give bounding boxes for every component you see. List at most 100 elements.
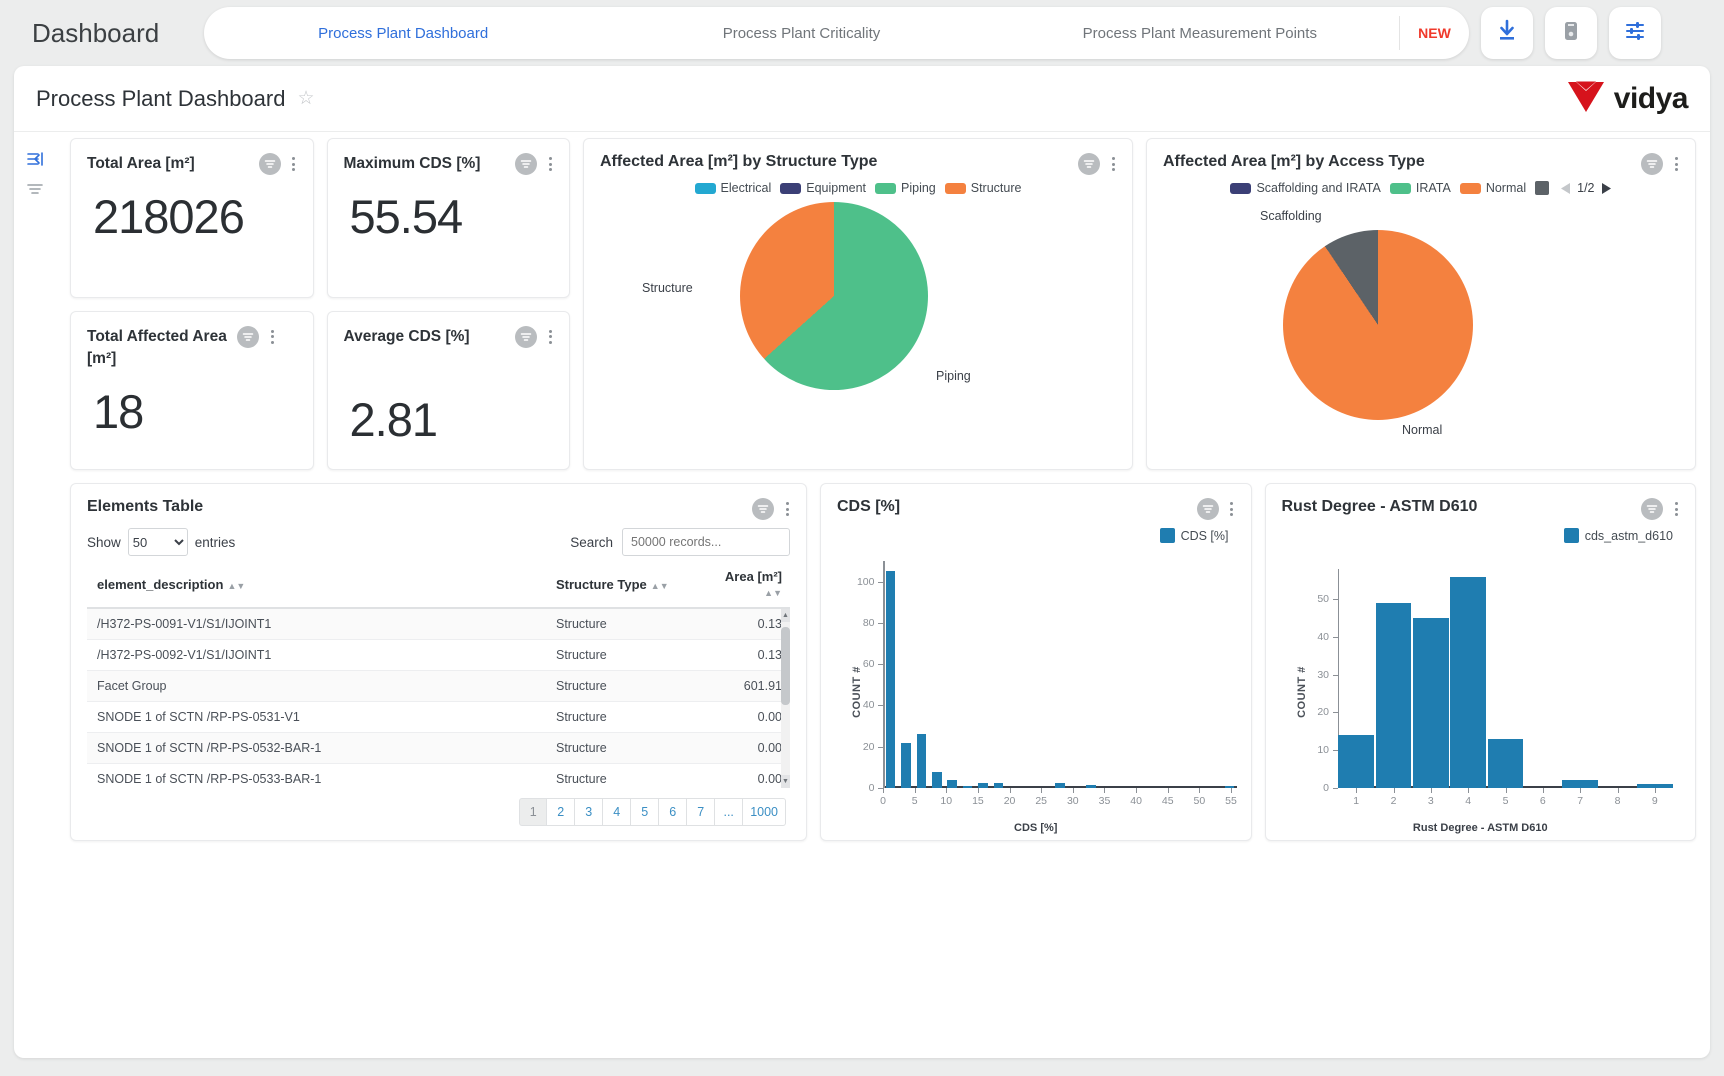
tab-process-plant-criticality[interactable]: Process Plant Criticality	[602, 25, 1000, 42]
table-controls: Show 50 entries Search	[71, 520, 806, 560]
page-button-2[interactable]: 2	[547, 798, 576, 826]
legend-item-irata[interactable]: IRATA	[1389, 181, 1451, 195]
chart-title: CDS [%]	[837, 498, 901, 515]
histogram-bar[interactable]	[1086, 784, 1096, 788]
histogram-bar[interactable]	[993, 782, 1004, 788]
table-row[interactable]: /H372-PS-0091-V1/S1/IJOINT1 Structure 0.…	[87, 609, 790, 640]
filter-icon[interactable]	[1641, 498, 1663, 520]
table-row[interactable]: Facet Group Structure 601.91	[87, 670, 790, 702]
legend-item-electrical[interactable]: Electrical	[694, 181, 771, 195]
pie-legend: Electrical Equipment Piping Structure	[584, 181, 1132, 195]
page-button-3[interactable]: 3	[575, 798, 604, 826]
table-row[interactable]: SNODE 1 of SCTN /RP-PS-0531-V1 Structure…	[87, 701, 790, 733]
histogram-bar[interactable]	[1450, 576, 1487, 788]
column-label: element_description	[97, 576, 224, 592]
histogram-bar[interactable]	[1224, 786, 1235, 788]
filter-icon[interactable]	[237, 325, 259, 348]
histogram-plot-rust-degree[interactable]: COUNT # 0 10 20 30 40 50 1 2 3 4 5 6 7 8 9 Rust Degree…	[1266, 543, 1696, 840]
histogram-legend[interactable]: CDS [%]	[821, 520, 1251, 543]
legend-prev-icon[interactable]	[1560, 182, 1571, 195]
table-title: Elements Table	[87, 498, 204, 515]
legend-item-normal[interactable]: Normal	[1459, 181, 1526, 195]
table-row[interactable]: /H372-PS-0092-V1/S1/IJOINT1 Structure 0.…	[87, 639, 790, 671]
settings-button[interactable]	[1609, 7, 1661, 59]
more-options-icon[interactable]	[778, 502, 796, 516]
legend-label: CDS [%]	[1180, 528, 1229, 543]
table-body-scroll-region[interactable]: /H372-PS-0091-V1/S1/IJOINT1 Structure 0.…	[87, 609, 790, 788]
column-header-area[interactable]: Area [m²] ▲▼	[706, 560, 790, 609]
list-lines-icon[interactable]	[26, 182, 44, 194]
legend-item-scaffolding-and-irata[interactable]: Scaffolding and IRATA	[1230, 181, 1381, 195]
more-options-icon[interactable]	[285, 157, 303, 171]
more-options-icon[interactable]	[541, 329, 559, 344]
histogram-bar[interactable]	[978, 782, 988, 788]
page-button-last[interactable]: 1000	[743, 798, 786, 826]
legend-item-structure[interactable]: Structure	[944, 181, 1021, 195]
filter-icon[interactable]	[1196, 498, 1219, 520]
legend-swatch	[1159, 528, 1175, 543]
histogram-bar[interactable]	[1562, 780, 1599, 788]
new-tab-button[interactable]: NEW	[1398, 16, 1469, 50]
page-button-6[interactable]: 6	[659, 798, 688, 826]
more-options-icon[interactable]	[1667, 157, 1685, 171]
histogram-bar[interactable]	[1338, 735, 1375, 788]
page-button-7[interactable]: 7	[687, 798, 716, 826]
tab-process-plant-measurement-points[interactable]: Process Plant Measurement Points	[1001, 25, 1399, 42]
histogram-bar[interactable]	[1412, 618, 1449, 788]
column-header-element-description[interactable]: element_description ▲▼	[87, 560, 556, 609]
histogram-plot-cds[interactable]: COUNT # 0 20 40 60 80 100 0 5 10 15 20 25 30 35 40 45 50…	[821, 543, 1251, 840]
legend-next-icon[interactable]	[1601, 182, 1612, 195]
page-button-4[interactable]: 4	[603, 798, 632, 826]
scroll-down-arrow[interactable]: ▼	[781, 775, 790, 788]
save-button[interactable]	[1545, 7, 1597, 59]
histogram-bar[interactable]	[1487, 738, 1524, 788]
histogram-bar[interactable]	[947, 779, 958, 788]
page-size-select[interactable]: 50	[127, 528, 188, 556]
legend-item-scaffolding[interactable]	[1535, 181, 1550, 195]
table-scrollbar-track[interactable]: ▲ ▼	[781, 609, 790, 788]
more-options-icon[interactable]	[1223, 502, 1241, 516]
histogram-legend[interactable]: cds_astm_d610	[1266, 520, 1696, 543]
y-tick-label: 100	[856, 575, 875, 588]
x-tick	[977, 788, 979, 793]
pie-chart-structure-type[interactable]: Structure Piping	[584, 195, 1132, 425]
filter-icon[interactable]	[752, 498, 774, 520]
page-button-5[interactable]: 5	[631, 798, 660, 826]
search-input[interactable]	[622, 528, 790, 556]
column-label: Area [m²]	[724, 569, 782, 584]
histogram-bar[interactable]	[901, 742, 911, 788]
download-button[interactable]	[1481, 7, 1533, 59]
legend-item-equipment[interactable]: Equipment	[780, 181, 866, 195]
tab-process-plant-dashboard[interactable]: Process Plant Dashboard	[204, 25, 602, 42]
histogram-bar[interactable]	[962, 786, 973, 788]
cell-element-description: SNODE 1 of SCTN /RP-PS-0532-BAR-1	[87, 732, 556, 764]
x-tick	[1136, 788, 1138, 793]
column-header-structure-type[interactable]: Structure Type ▲▼	[556, 560, 706, 609]
scroll-up-arrow[interactable]: ▲	[781, 609, 790, 622]
more-options-icon[interactable]	[1667, 502, 1685, 516]
histogram-bar[interactable]	[916, 734, 927, 788]
pie-chart-access-type[interactable]: Scaffolding Normal	[1147, 195, 1695, 437]
table-row[interactable]: SNODE 1 of SCTN /RP-PS-0533-BAR-1 Struct…	[87, 763, 790, 788]
histogram-bar[interactable]	[1375, 602, 1412, 788]
histogram-bar[interactable]	[932, 771, 942, 788]
filter-icon[interactable]	[1078, 153, 1100, 175]
page-button-1[interactable]: 1	[519, 798, 548, 826]
table-scrollbar-thumb[interactable]	[781, 627, 790, 705]
more-options-icon[interactable]	[1104, 157, 1122, 171]
legend-item-piping[interactable]: Piping	[875, 181, 936, 195]
more-options-icon[interactable]	[541, 157, 559, 171]
star-icon[interactable]: ☆	[297, 87, 314, 110]
filter-icon[interactable]	[1641, 153, 1663, 175]
more-options-icon[interactable]	[263, 329, 281, 344]
expand-panel-icon[interactable]	[26, 150, 44, 168]
filter-icon[interactable]	[515, 153, 537, 175]
filter-icon[interactable]	[258, 153, 281, 175]
table-row[interactable]: SNODE 1 of SCTN /RP-PS-0532-BAR-1 Struct…	[87, 732, 790, 764]
filter-icon[interactable]	[515, 325, 537, 348]
kpi-title: Maximum CDS [%]	[343, 155, 481, 172]
histogram-bar[interactable]	[885, 571, 896, 788]
legend-swatch	[1563, 528, 1579, 543]
histogram-bar[interactable]	[1055, 782, 1065, 788]
page-button-ellipsis[interactable]: ...	[715, 798, 744, 826]
